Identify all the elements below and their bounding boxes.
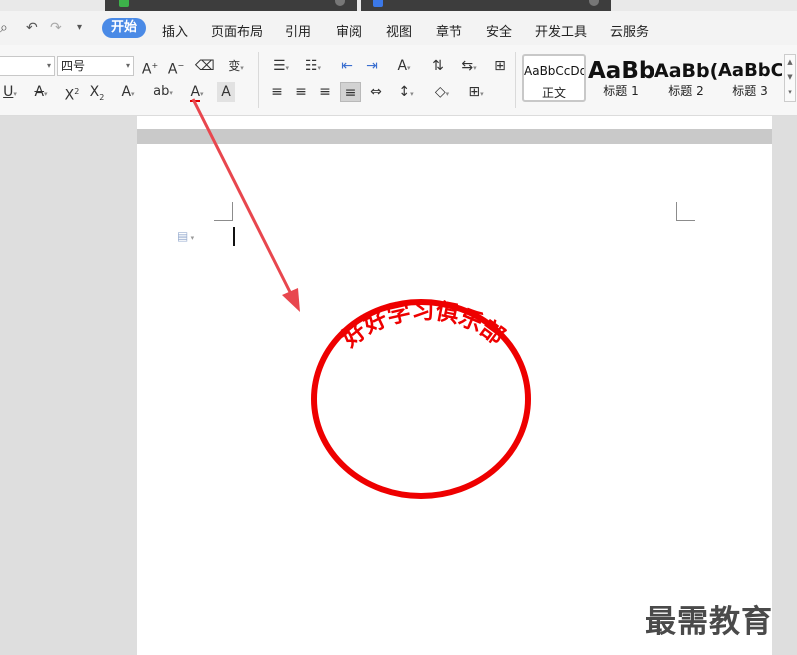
seal-text: 好好学习俱乐部 [337,298,510,353]
seal-stamp[interactable]: 好好学习俱乐部 [311,298,531,499]
annotation-arrow [191,98,300,312]
watermark-logo: 最需教育 [645,604,773,640]
annotation-layer: 好好学习俱乐部 [191,98,531,499]
